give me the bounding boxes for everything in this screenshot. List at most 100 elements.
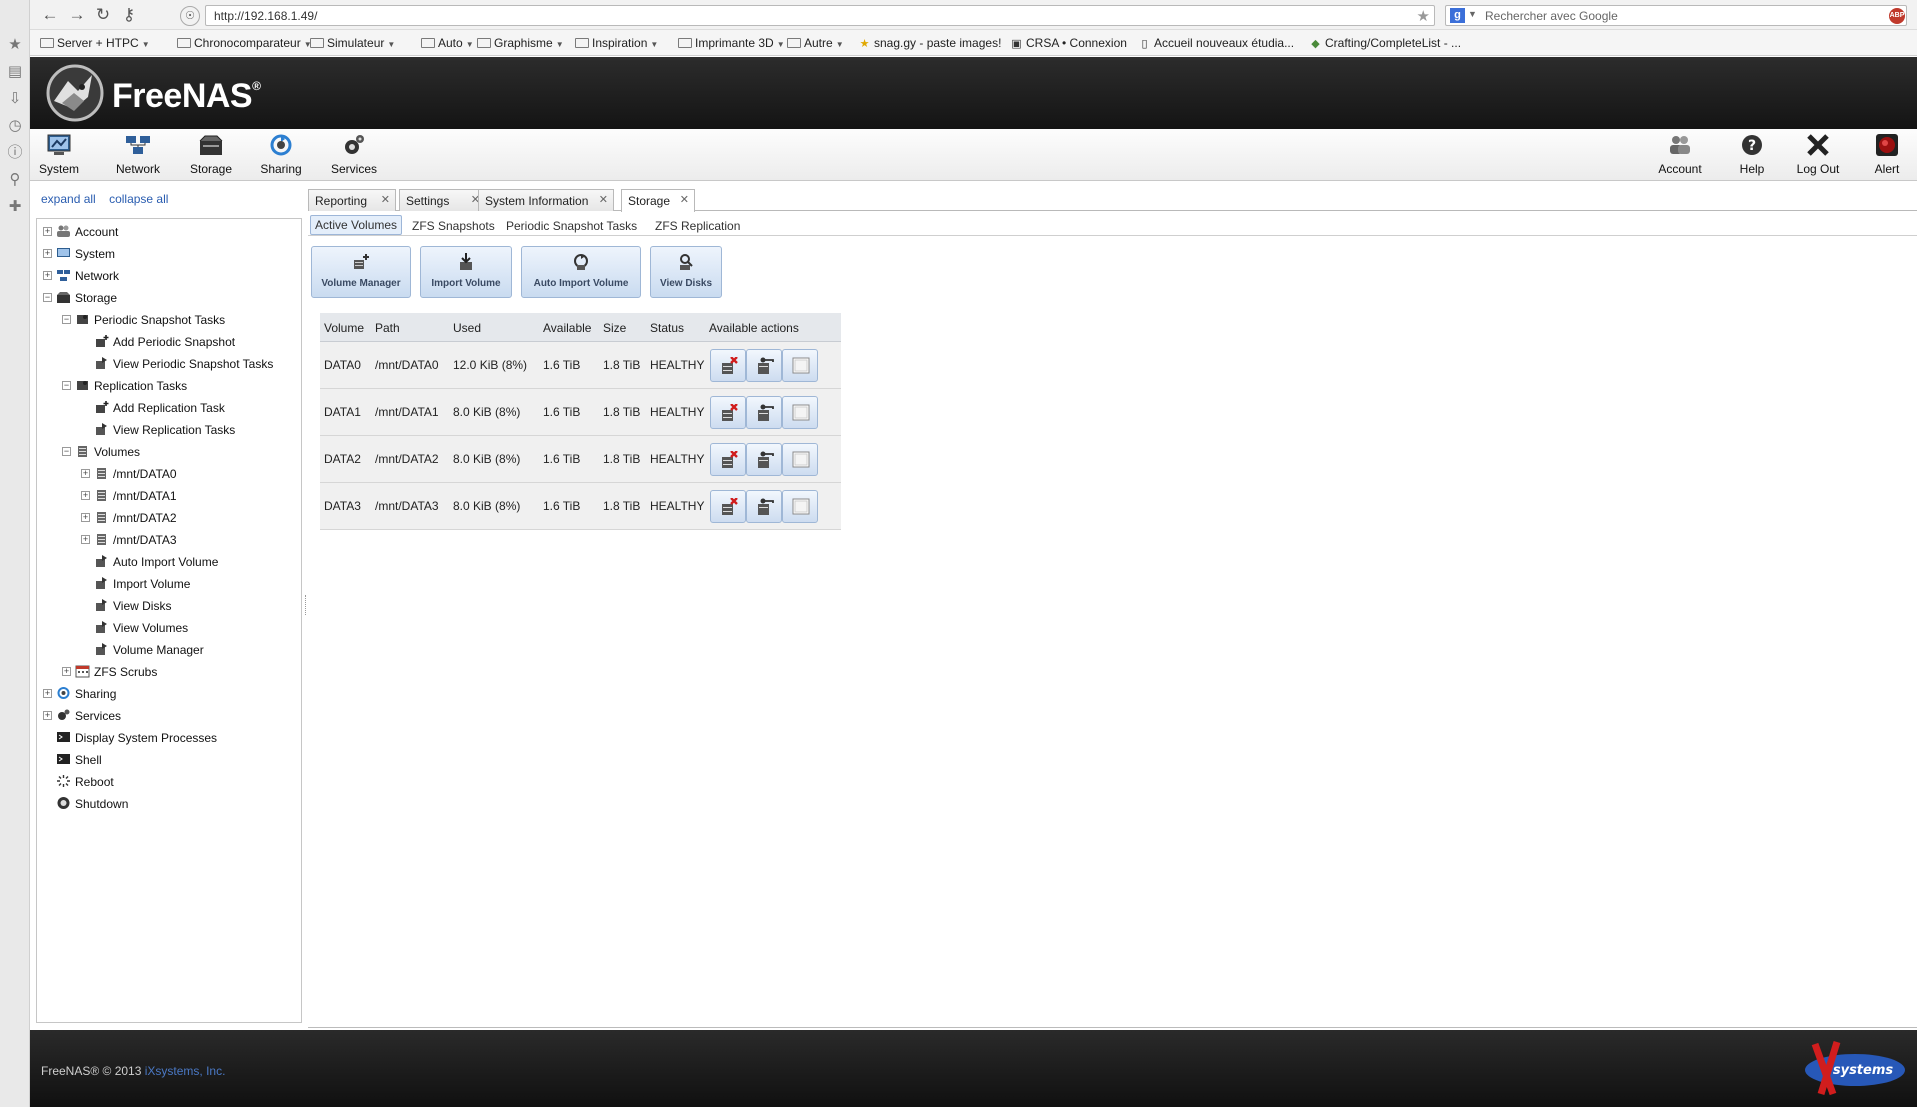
panel-splitter[interactable] — [305, 180, 308, 1030]
close-icon[interactable]: ✕ — [680, 193, 689, 206]
volume-status-button[interactable] — [782, 490, 818, 523]
table-row[interactable]: DATA2/mnt/DATA2 8.0 KiB (8%) 1.6 TiB 1.8 Ti… — [320, 436, 841, 483]
view-disks-button[interactable]: View Disks — [650, 246, 722, 298]
info-icon[interactable]: ⓘ — [6, 144, 24, 162]
expand-icon[interactable]: + — [81, 513, 90, 522]
tree-item[interactable]: Add Replication Task — [37, 399, 299, 417]
tree-item[interactable]: Reboot — [37, 773, 299, 791]
nav-help[interactable]: ? Help — [1732, 133, 1772, 176]
header-status[interactable]: Status — [650, 321, 684, 335]
tree-item[interactable]: View Replication Tasks — [37, 421, 299, 439]
nav-system[interactable]: System — [36, 133, 82, 176]
expand-all-link[interactable]: expand all — [41, 192, 96, 206]
tree-item[interactable]: Add Periodic Snapshot — [37, 333, 299, 351]
search-engine-caret-icon[interactable]: ▼ — [1468, 9, 1477, 19]
expand-icon[interactable]: + — [43, 711, 52, 720]
nav-network[interactable]: Network — [110, 133, 166, 176]
tree-item[interactable]: View Periodic Snapshot Tasks — [37, 355, 299, 373]
tree-item[interactable]: + ZFS Scrubs — [37, 663, 299, 681]
nav-alert[interactable]: Alert — [1866, 133, 1908, 176]
nav-services[interactable]: Services — [326, 133, 382, 176]
collapse-icon[interactable]: − — [62, 315, 71, 324]
add-panel-icon[interactable]: ✚ — [6, 198, 24, 216]
nav-storage[interactable]: Storage — [183, 133, 239, 176]
ixsystems-link[interactable]: iXsystems, Inc. — [145, 1064, 226, 1078]
expand-icon[interactable]: + — [81, 469, 90, 478]
change-permissions-button[interactable] — [746, 349, 782, 382]
bookmark-page-icon[interactable]: ★ — [1417, 7, 1430, 25]
bookmark-item[interactable]: Simulateur ▼ — [310, 36, 395, 50]
header-available[interactable]: Available — [543, 321, 591, 335]
volume-status-button[interactable] — [782, 349, 818, 382]
collapse-icon[interactable]: − — [62, 381, 71, 390]
collapse-icon[interactable]: − — [62, 447, 71, 456]
bookmark-item[interactable]: Server + HTPC ▼ — [40, 36, 150, 50]
bookmark-item[interactable]: Autre ▼ — [787, 36, 844, 50]
search-box[interactable]: g ▼ Rechercher avec Google — [1445, 5, 1907, 26]
address-bar[interactable]: ☉ http://192.168.1.49/ ★ — [180, 5, 1435, 26]
collapse-icon[interactable]: − — [43, 293, 52, 302]
bookmark-item[interactable]: ▣ CRSA • Connexion — [1010, 36, 1127, 50]
subtab-zfs-snapshots[interactable]: ZFS Snapshots — [408, 217, 499, 235]
expand-icon[interactable]: + — [43, 689, 52, 698]
subtab-zfs-replication[interactable]: ZFS Replication — [651, 217, 744, 235]
auto-import-volume-button[interactable]: Auto Import Volume — [521, 246, 641, 298]
bookmark-item[interactable]: Inspiration ▼ — [575, 36, 658, 50]
tree-item[interactable]: + Network — [37, 267, 299, 285]
tree-item[interactable]: Volume Manager — [37, 641, 299, 659]
tree-item[interactable]: View Volumes — [37, 619, 299, 637]
header-path[interactable]: Path — [375, 321, 400, 335]
volume-manager-button[interactable]: Volume Manager — [311, 246, 411, 298]
key-icon[interactable]: ⚷ — [119, 5, 139, 25]
tree-item[interactable]: − Volumes — [37, 443, 299, 461]
tree-item[interactable]: − Periodic Snapshot Tasks — [37, 311, 299, 329]
tree-item[interactable]: − Storage — [37, 289, 299, 307]
expand-icon[interactable]: + — [81, 491, 90, 500]
bookmark-item[interactable]: Graphisme ▼ — [477, 36, 564, 50]
tree-item[interactable]: + /mnt/DATA2 — [37, 509, 299, 527]
history-icon[interactable]: ◷ — [6, 117, 24, 135]
tree-item[interactable]: Shutdown — [37, 795, 299, 813]
table-row[interactable]: DATA1/mnt/DATA1 8.0 KiB (8%) 1.6 TiB 1.8 Ti… — [320, 389, 841, 436]
change-permissions-button[interactable] — [746, 443, 782, 476]
tree-item[interactable]: + /mnt/DATA1 — [37, 487, 299, 505]
forward-icon[interactable]: → — [67, 5, 87, 25]
expand-icon[interactable]: + — [81, 535, 90, 544]
close-icon[interactable]: ✕ — [599, 193, 608, 206]
bookmark-item[interactable]: ★ snag.gy - paste images! — [858, 36, 1002, 50]
tree-item[interactable]: + Account — [37, 223, 299, 241]
tab-storage[interactable]: Storage ✕ — [621, 189, 695, 212]
tab-reporting[interactable]: Reporting ✕ — [308, 189, 396, 211]
tree-item[interactable]: Display System Processes — [37, 729, 299, 747]
header-size[interactable]: Size — [603, 321, 626, 335]
nav-sharing[interactable]: Sharing — [255, 133, 307, 176]
tree-item[interactable]: − Replication Tasks — [37, 377, 299, 395]
splitter-grip[interactable] — [305, 595, 308, 615]
close-icon[interactable]: ✕ — [381, 193, 390, 206]
detach-volume-button[interactable] — [710, 396, 746, 429]
expand-icon[interactable]: + — [43, 227, 52, 236]
google-icon[interactable]: g — [1450, 8, 1465, 23]
tree-item[interactable]: + Services — [37, 707, 299, 725]
expand-icon[interactable]: + — [43, 249, 52, 258]
collapse-all-link[interactable]: collapse all — [109, 192, 168, 206]
bookmarks-star-icon[interactable]: ★ — [6, 36, 24, 54]
tree-item[interactable]: Shell — [37, 751, 299, 769]
subtab-periodic-snapshot-tasks[interactable]: Periodic Snapshot Tasks — [502, 217, 641, 235]
tree-item[interactable]: Auto Import Volume — [37, 553, 299, 571]
tree-item[interactable]: + Sharing — [37, 685, 299, 703]
back-icon[interactable]: ← — [40, 5, 60, 25]
tree-item[interactable]: + System — [37, 245, 299, 263]
expand-icon[interactable]: + — [62, 667, 71, 676]
site-info-icon[interactable]: ☉ — [180, 6, 200, 26]
detach-volume-button[interactable] — [710, 443, 746, 476]
nav-account[interactable]: Account — [1652, 133, 1708, 176]
search-panel-icon[interactable]: ⚲ — [6, 171, 24, 189]
notes-icon[interactable]: ▤ — [6, 63, 24, 81]
adblock-icon[interactable]: ABP — [1889, 8, 1905, 24]
volume-status-button[interactable] — [782, 443, 818, 476]
change-permissions-button[interactable] — [746, 490, 782, 523]
expand-icon[interactable]: + — [43, 271, 52, 280]
table-row[interactable]: DATA0/mnt/DATA0 12.0 KiB (8%) 1.6 TiB 1.8 T… — [320, 342, 841, 389]
detach-volume-button[interactable] — [710, 490, 746, 523]
